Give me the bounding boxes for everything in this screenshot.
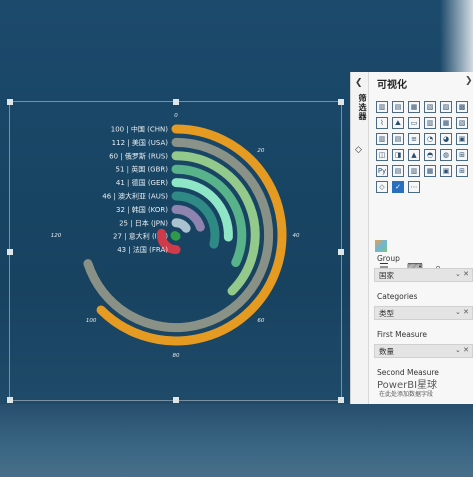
selected-visual-visual-icon[interactable]: ✓ bbox=[392, 181, 404, 193]
shape-map-visual-icon[interactable]: ◇ bbox=[376, 181, 388, 193]
line-column-visual-icon[interactable]: ▥ bbox=[424, 117, 436, 129]
bar-8[interactable] bbox=[170, 231, 181, 241]
axis-tick-label: 120 bbox=[51, 233, 62, 239]
category-label: 41 | 德国 (GER) bbox=[116, 178, 168, 187]
funnel-visual-icon[interactable]: ≡ bbox=[408, 133, 420, 145]
category-label: 25 | 日本 (JPN) bbox=[119, 218, 168, 227]
category-label: 112 | 美国 (USA) bbox=[112, 138, 169, 147]
table-visual-icon[interactable]: ▦ bbox=[424, 165, 436, 177]
filters-pane-collapsed[interactable]: ❮ 筛选器 ◇ bbox=[350, 72, 369, 404]
visual-types-gallery: ▥ ▤ ▦ ▧ ▨ ▩ ⌇ ⛰ ▭ ▥ ▦ ▧ ▥ ▤ ≡ ◔ ◕ ▣ ◫ ◨ ▲ ◓ ◍ ⊞ Py ▤ ▥ ▦ ▣ ⊞ ◇ ✓ ⋯ bbox=[374, 99, 473, 195]
line-visual-icon[interactable]: ⌇ bbox=[376, 117, 388, 129]
treemap-visual-icon[interactable]: ▣ bbox=[456, 133, 468, 145]
axis-tick-label: 100 bbox=[86, 318, 97, 324]
gauge-visual-icon[interactable]: ◓ bbox=[424, 149, 436, 161]
categories-well[interactable]: 类型 ⌄ ✕ bbox=[374, 306, 473, 320]
matrix-visual-icon[interactable]: ▣ bbox=[440, 165, 452, 177]
slicer-visual-icon[interactable]: ▥ bbox=[408, 165, 420, 177]
scatter-visual-icon[interactable]: ▤ bbox=[392, 133, 404, 145]
filters-pane-label: 筛选器 bbox=[358, 94, 367, 121]
map-visual-icon[interactable]: ◫ bbox=[376, 149, 388, 161]
group-well[interactable]: 国家 ⌄ ✕ bbox=[374, 268, 473, 282]
clustered-bar-visual-icon[interactable]: ▦ bbox=[408, 101, 420, 113]
axis-tick-label: 40 bbox=[293, 233, 300, 239]
100-column-visual-icon[interactable]: ▩ bbox=[456, 101, 468, 113]
card-visual-icon[interactable]: ◍ bbox=[440, 149, 452, 161]
well-dropdown-close-icon[interactable]: ⌄ ✕ bbox=[455, 308, 469, 316]
visualizations-title: 可视化 bbox=[377, 80, 407, 91]
stacked-area-visual-icon[interactable]: ▭ bbox=[408, 117, 420, 129]
blurred-desk-background bbox=[0, 404, 473, 477]
category-label: 46 | 澳大利亚 (AUS) bbox=[102, 192, 168, 201]
visualizations-pane: 可视化 ❯ ▥ ▤ ▦ ▧ ▨ ▩ ⌇ ⛰ ▭ ▥ ▦ ▧ ▥ ▤ ≡ ◔ ◕ ▣ ◫ ◨ ▲ ◓ ◍ ⊞ Py ▤ ▥ ▦ ▣ ⊞ ◇ ✓ ⋯… bbox=[368, 72, 473, 404]
category-label: 51 | 英国 (GBR) bbox=[116, 165, 169, 174]
category-label: 100 | 中国 (CHN) bbox=[111, 125, 169, 134]
chevron-right-icon[interactable]: ❯ bbox=[465, 76, 473, 86]
custom-visual-icon[interactable] bbox=[375, 240, 387, 252]
line-clustered-visual-icon[interactable]: ▦ bbox=[440, 117, 452, 129]
axis-tick-label: 60 bbox=[257, 318, 264, 324]
bar-7[interactable] bbox=[171, 218, 191, 233]
100-bar-visual-icon[interactable]: ▨ bbox=[440, 101, 452, 113]
axis-tick-label: 20 bbox=[257, 148, 264, 154]
radial-bar-chart[interactable]: 100 | 中国 (CHN) 112 | 美国 (USA) 60 | 俄罗斯 (RU… bbox=[0, 95, 350, 415]
area-visual-icon[interactable]: ⛰ bbox=[392, 117, 404, 129]
group-well-value: 国家 bbox=[379, 271, 394, 280]
categories-section-label: Categories bbox=[377, 292, 418, 301]
first-measure-well-value: 数量 bbox=[379, 347, 394, 356]
chevron-left-icon[interactable]: ❮ bbox=[355, 78, 363, 88]
filled-map-visual-icon[interactable]: ◨ bbox=[392, 149, 404, 161]
categories-well-value: 类型 bbox=[379, 309, 394, 318]
stacked-column-visual-icon[interactable]: ▤ bbox=[392, 101, 404, 113]
add-data-fields-hint[interactable]: 在此处添加数据字段 bbox=[379, 389, 433, 398]
pie-visual-icon[interactable]: ◔ bbox=[424, 133, 436, 145]
category-label: 32 | 韩国 (KOR) bbox=[116, 205, 168, 214]
funnel-icon: ◇ bbox=[355, 145, 362, 155]
axis-tick-label: 80 bbox=[173, 353, 180, 359]
multi-row-card-visual-icon[interactable]: ⊞ bbox=[456, 149, 468, 161]
first-measure-section-label: First Measure bbox=[377, 330, 428, 339]
more-visual-icon[interactable]: ⋯ bbox=[408, 181, 420, 193]
background-glare bbox=[440, 0, 473, 72]
stacked-bar-visual-icon[interactable]: ▥ bbox=[376, 101, 388, 113]
category-label: 60 | 俄罗斯 (RUS) bbox=[109, 151, 168, 160]
clustered-column-visual-icon[interactable]: ▧ bbox=[424, 101, 436, 113]
group-section-label: Group bbox=[377, 254, 400, 263]
first-measure-well[interactable]: 数量 ⌄ ✕ bbox=[374, 344, 473, 358]
ribbon-visual-icon[interactable]: ▧ bbox=[456, 117, 468, 129]
axis-tick-label: 0 bbox=[174, 113, 178, 119]
kpi-visual-icon[interactable]: ▤ bbox=[392, 165, 404, 177]
arcgis-visual-icon[interactable]: ▲ bbox=[408, 149, 420, 161]
r-visual-visual-icon[interactable]: ⊞ bbox=[456, 165, 468, 177]
well-dropdown-close-icon[interactable]: ⌄ ✕ bbox=[455, 270, 469, 278]
category-label: 43 | 法国 (FRA) bbox=[117, 245, 168, 254]
waterfall-visual-icon[interactable]: ▥ bbox=[376, 133, 388, 145]
well-dropdown-close-icon[interactable]: ⌄ ✕ bbox=[455, 346, 469, 354]
donut-visual-icon[interactable]: ◕ bbox=[440, 133, 452, 145]
watermark: PowerBI星球 在此处添加数据字段 bbox=[377, 376, 473, 400]
python-visual-icon[interactable]: Py bbox=[376, 165, 388, 177]
